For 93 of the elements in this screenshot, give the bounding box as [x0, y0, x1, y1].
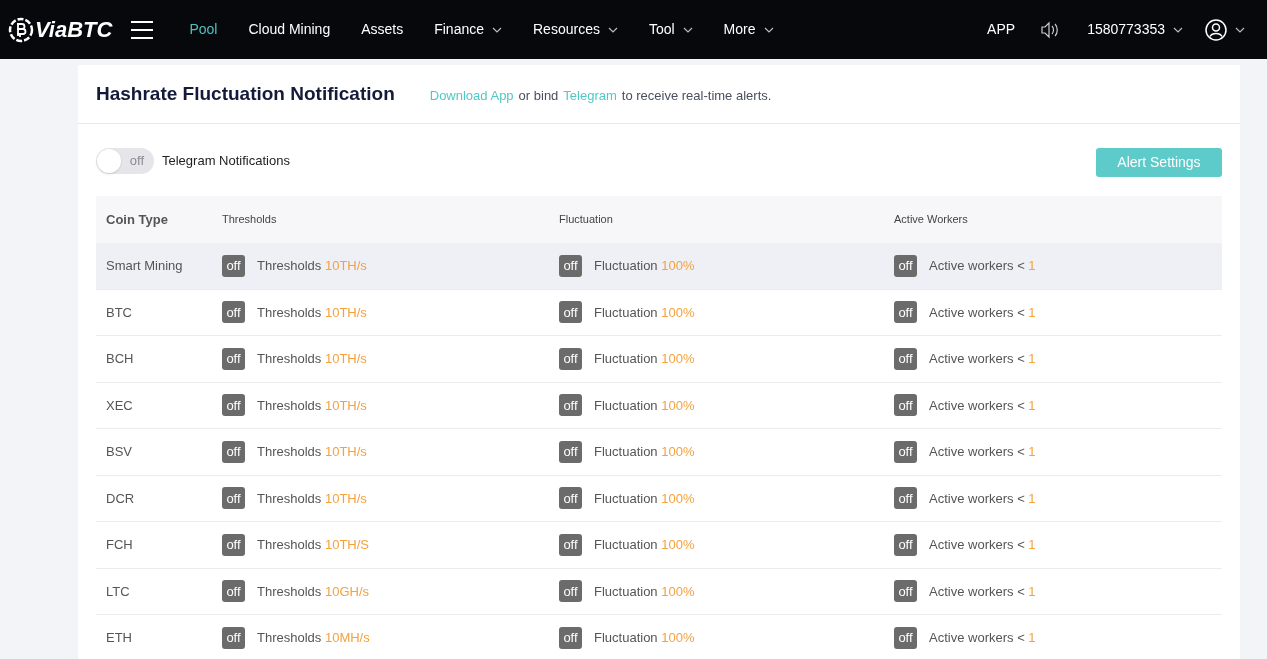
condition-text: Fluctuation 100%: [594, 303, 695, 322]
column-header: Thresholds: [221, 212, 278, 228]
status-badge[interactable]: off: [894, 301, 917, 324]
status-badge[interactable]: off: [222, 626, 245, 649]
coin-name: DCR: [105, 489, 136, 508]
condition-text: Thresholds 10TH/S: [257, 536, 369, 554]
status-badge[interactable]: off: [894, 487, 917, 510]
condition-text: Fluctuation 100%: [594, 350, 695, 368]
page-title: Hashrate Fluctuation Notification: [96, 81, 395, 106]
coin-name: BTC: [105, 303, 133, 322]
chevron-down-icon: [1173, 26, 1183, 33]
status-badge[interactable]: off: [894, 347, 917, 370]
status-badge[interactable]: off: [894, 440, 917, 463]
status-badge[interactable]: off: [222, 394, 245, 417]
status-badge[interactable]: off: [894, 580, 917, 603]
chevron-down-icon: [607, 26, 618, 33]
condition-text: Thresholds 10TH/s: [257, 257, 367, 275]
nav-link[interactable]: Pool: [189, 19, 218, 40]
telegram-toggle[interactable]: off: [96, 147, 154, 174]
condition-text: Fluctuation 100%: [594, 489, 695, 508]
coin-name: FCH: [105, 536, 134, 554]
condition-text: Active workers < 1: [929, 582, 1036, 601]
status-badge[interactable]: off: [894, 394, 917, 417]
condition-text: Thresholds 10GH/s: [257, 582, 369, 601]
condition-text: Active workers < 1: [929, 257, 1036, 275]
condition-text: Active workers < 1: [929, 443, 1036, 461]
condition-text: Active workers < 1: [929, 536, 1036, 554]
nav-link[interactable]: Assets: [361, 19, 404, 40]
status-badge[interactable]: off: [894, 254, 917, 277]
condition-text: Thresholds 10MH/s: [257, 629, 370, 647]
status-badge[interactable]: off: [559, 347, 582, 370]
status-badge[interactable]: off: [894, 533, 917, 556]
table-row[interactable]: Smart Mining off Thresholds 10TH/s off Fluctuation 100% off Active workers < 1: [96, 243, 1222, 290]
condition-text: Fluctuation 100%: [594, 443, 695, 461]
condition-text: Active workers < 1: [929, 396, 1036, 415]
nav-link[interactable]: More: [723, 19, 774, 40]
coin-name: BCH: [105, 350, 135, 368]
status-badge[interactable]: off: [559, 580, 582, 603]
status-badge[interactable]: off: [222, 347, 245, 370]
status-badge[interactable]: off: [222, 254, 245, 277]
coin-name: BSV: [105, 443, 133, 461]
condition-text: Thresholds 10TH/s: [257, 489, 367, 508]
account-menu[interactable]: 1580773353: [1087, 19, 1183, 40]
chevron-down-icon: [492, 26, 502, 33]
app-link[interactable]: APP: [987, 19, 1016, 40]
condition-text: Thresholds 10TH/s: [257, 396, 367, 415]
status-badge[interactable]: off: [222, 301, 245, 324]
condition-text: Thresholds 10TH/s: [257, 350, 367, 368]
condition-text: Fluctuation 100%: [594, 396, 695, 415]
status-badge[interactable]: off: [559, 487, 582, 510]
coin-logo-icon: [8, 16, 34, 43]
chevron-down-icon: [682, 26, 693, 33]
status-badge[interactable]: off: [559, 440, 582, 463]
condition-text: Active workers < 1: [929, 489, 1036, 508]
status-badge[interactable]: off: [559, 254, 582, 277]
status-badge[interactable]: off: [559, 533, 582, 556]
status-badge[interactable]: off: [222, 440, 245, 463]
status-badge[interactable]: off: [559, 394, 582, 417]
condition-text: Fluctuation 100%: [594, 536, 695, 554]
condition-text: Active workers < 1: [929, 629, 1036, 647]
menu-icon[interactable]: [131, 20, 154, 39]
logo-text: ViaBTC: [35, 16, 113, 44]
status-badge[interactable]: off: [222, 487, 245, 510]
nav-link[interactable]: Tool: [648, 19, 693, 40]
condition-text: Fluctuation 100%: [594, 629, 695, 647]
chevron-down-icon: [1235, 26, 1245, 33]
condition-text: Active workers < 1: [929, 350, 1036, 368]
nav-link[interactable]: Finance: [434, 19, 502, 40]
column-header: Fluctuation: [558, 212, 614, 228]
nav-link[interactable]: Cloud Mining: [248, 19, 331, 40]
chevron-down-icon: [763, 26, 774, 33]
coin-name: ETH: [105, 629, 133, 647]
condition-text: Thresholds 10TH/s: [257, 303, 367, 322]
status-badge[interactable]: off: [559, 626, 582, 649]
coin-name: Smart Mining: [105, 257, 184, 275]
condition-text: Thresholds 10TH/s: [257, 443, 367, 461]
status-badge[interactable]: off: [559, 301, 582, 324]
condition-text: Fluctuation 100%: [594, 582, 695, 601]
coin-name: XEC: [105, 396, 134, 415]
condition-text: Fluctuation 100%: [594, 257, 695, 275]
column-header: Active Workers: [893, 212, 969, 228]
status-badge[interactable]: off: [894, 626, 917, 649]
notice-text: or bind: [518, 86, 559, 105]
toggle-label: Telegram Notifications: [162, 151, 290, 170]
coin-name: LTC: [105, 582, 131, 601]
condition-text: Active workers < 1: [929, 303, 1036, 322]
column-header: Coin Type: [105, 210, 169, 229]
nav-link[interactable]: Resources: [533, 19, 618, 40]
speaker-icon[interactable]: [1040, 20, 1061, 39]
notice-text: to receive real-time alerts.: [621, 86, 772, 105]
user-avatar-icon[interactable]: [1205, 18, 1227, 41]
status-badge[interactable]: off: [222, 580, 245, 603]
status-badge[interactable]: off: [222, 533, 245, 556]
